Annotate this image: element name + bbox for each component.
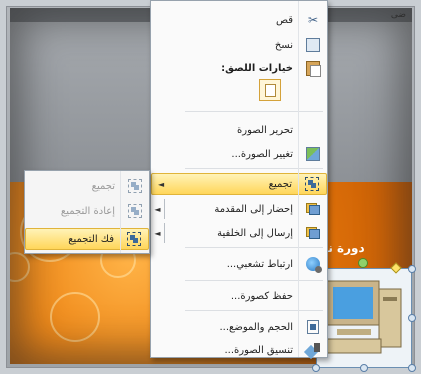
- clipboard-icon: [264, 83, 276, 97]
- slide-corner-text: ضى: [390, 10, 406, 20]
- menu-item-label: فك التجميع: [68, 233, 114, 245]
- change-picture-icon: [299, 143, 327, 165]
- submenu-arrow-icon: ◄: [158, 180, 165, 189]
- ungroup-icon: [120, 228, 148, 250]
- menu-item-bring-to-front[interactable]: إحضار إلى المقدمة ◄: [151, 198, 327, 220]
- menu-item-label: خيارات اللصق:: [221, 62, 293, 74]
- menu-separator: [185, 247, 323, 248]
- menu-item-label: إعادة التجميع: [60, 205, 115, 217]
- paste-icon: [299, 57, 327, 79]
- group-icon: [121, 175, 149, 197]
- menu-item-label: تغيير الصورة...: [231, 148, 293, 160]
- menu-item-format-picture[interactable]: تنسيق الصورة...: [151, 339, 327, 361]
- menu-item-label: تنسيق الصورة...: [224, 344, 293, 356]
- decor-bubble: [50, 292, 100, 342]
- hyperlink-icon: [299, 253, 327, 275]
- submenu-arrow-icon[interactable]: ◄: [151, 223, 165, 243]
- menu-item-label: تجميع: [268, 178, 292, 190]
- menu-item-label: إرسال إلى الخلفية: [217, 227, 293, 239]
- menu-item-copy[interactable]: نسخ: [151, 34, 327, 56]
- resize-handle[interactable]: [408, 314, 416, 322]
- resize-handle[interactable]: [408, 265, 416, 273]
- menu-item-change-picture[interactable]: تغيير الصورة...: [151, 143, 327, 165]
- menu-item-cut[interactable]: ✂ قص: [151, 9, 327, 31]
- menu-item-hyperlink[interactable]: ارتباط تشعبي...: [151, 253, 327, 275]
- bring-to-front-icon: [299, 198, 327, 220]
- menu-item-label: الحجم والموضع...: [219, 321, 293, 333]
- submenu-item-ungroup[interactable]: فك التجميع: [25, 228, 149, 250]
- paste-option-picture-button[interactable]: [259, 79, 281, 101]
- menu-item-label: تحرير الصورة: [237, 124, 293, 136]
- menu-item-group[interactable]: تجميع ◄: [151, 173, 327, 195]
- menu-item-label: قص: [275, 14, 293, 26]
- menu-separator: [185, 310, 323, 311]
- menu-separator: [185, 280, 323, 281]
- resize-handle[interactable]: [408, 364, 416, 372]
- computer-clipart-icon: [324, 280, 402, 354]
- blank-icon: [299, 119, 327, 141]
- menu-item-size-position[interactable]: الحجم والموضع...: [151, 316, 327, 338]
- regroup-icon: [121, 200, 149, 222]
- window-frame: ضى دورة نص ✂ قص نسخ خيارات اللصق: تحرير …: [0, 0, 421, 374]
- format-picture-icon: [299, 339, 327, 361]
- menu-separator: [185, 111, 323, 112]
- copy-icon: [299, 34, 327, 56]
- menu-item-paste-options: خيارات اللصق:: [151, 57, 327, 79]
- menu-item-save-as-picture[interactable]: حفظ كصورة...: [151, 285, 327, 307]
- selected-picture[interactable]: [316, 268, 412, 368]
- scissors-icon: ✂: [307, 13, 319, 27]
- menu-separator: [185, 168, 323, 169]
- group-submenu: تجميع إعادة التجميع فك التجميع: [24, 170, 150, 254]
- submenu-arrow-icon[interactable]: ◄: [151, 199, 165, 219]
- context-menu: ✂ قص نسخ خيارات اللصق: تحرير الصورة تغيي…: [150, 0, 328, 358]
- menu-item-label: حفظ كصورة...: [230, 290, 293, 302]
- resize-handle[interactable]: [312, 364, 320, 372]
- resize-handle[interactable]: [360, 364, 368, 372]
- group-icon: [298, 173, 326, 195]
- submenu-item-group[interactable]: تجميع: [25, 175, 149, 197]
- decor-bubble: [10, 252, 30, 282]
- menu-item-label: إحضار إلى المقدمة: [214, 203, 293, 215]
- rotate-handle[interactable]: [358, 258, 368, 268]
- menu-item-label: نسخ: [274, 39, 293, 51]
- size-position-icon: [299, 316, 327, 338]
- menu-item-label: تجميع: [91, 180, 115, 192]
- menu-item-edit-picture[interactable]: تحرير الصورة: [151, 119, 327, 141]
- send-to-back-icon: [299, 222, 327, 244]
- blank-icon: [299, 285, 327, 307]
- menu-item-send-to-back[interactable]: إرسال إلى الخلفية ◄: [151, 222, 327, 244]
- submenu-item-regroup[interactable]: إعادة التجميع: [25, 200, 149, 222]
- menu-item-label: ارتباط تشعبي...: [226, 258, 293, 270]
